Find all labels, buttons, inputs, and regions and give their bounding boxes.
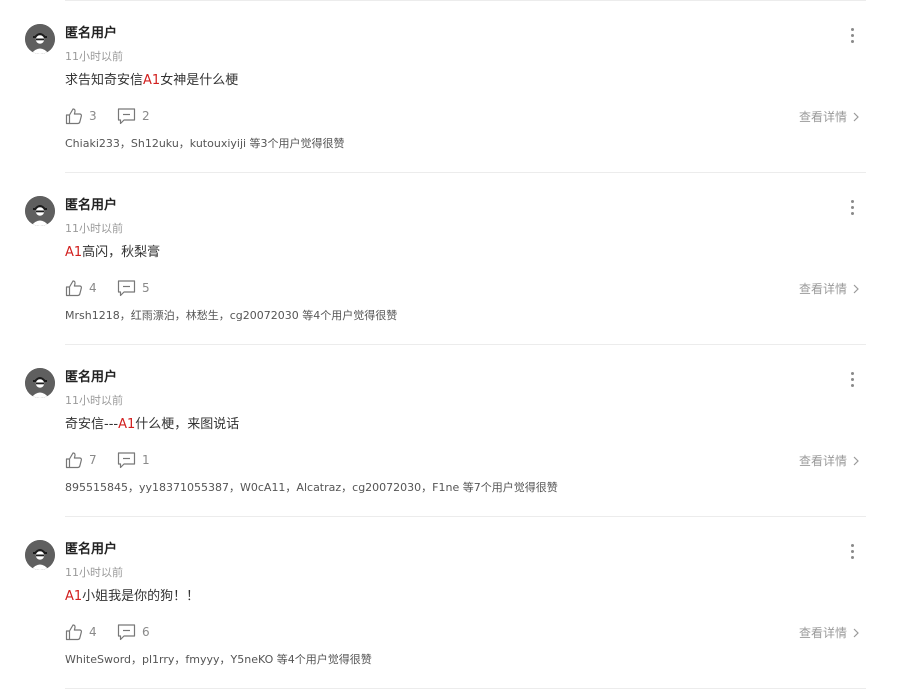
more-button[interactable] — [845, 198, 861, 218]
content-text: 女神是什么梗 — [160, 73, 239, 88]
view-details-label: 查看详情 — [799, 282, 848, 296]
comment-text: 求告知奇安信A1女神是什么梗 — [65, 72, 238, 90]
chevron-right-icon — [853, 284, 859, 294]
view-details-label: 查看详情 — [799, 454, 848, 468]
timestamp: 11小时以前 — [65, 50, 123, 63]
content-text: 小姐我是你的狗！！ — [82, 589, 200, 604]
timestamp: 11小时以前 — [65, 566, 123, 579]
comment-text: A1小姐我是你的狗！！ — [65, 588, 199, 606]
timestamp: 11小时以前 — [65, 394, 123, 407]
like-button[interactable]: 7 — [65, 450, 97, 470]
highlight-text: A1 — [118, 417, 136, 432]
more-vertical-icon — [851, 384, 854, 387]
anonymous-user-icon[interactable] — [25, 368, 55, 398]
more-vertical-icon — [851, 28, 854, 31]
reply-button[interactable]: 1 — [117, 450, 150, 470]
thumbs-up-icon — [65, 624, 83, 641]
anonymous-user-icon[interactable] — [25, 540, 55, 570]
content-text: 奇安信--- — [65, 417, 119, 432]
content-text: 求告知奇安信 — [65, 73, 144, 88]
more-button[interactable] — [845, 542, 861, 562]
more-vertical-icon — [851, 378, 854, 381]
timestamp: 11小时以前 — [65, 222, 123, 235]
more-vertical-icon — [851, 372, 854, 375]
comment-icon — [117, 624, 136, 641]
comment-text: 奇安信---A1什么梗，来图说话 — [65, 416, 239, 434]
like-count: 7 — [89, 453, 97, 467]
like-count: 4 — [89, 625, 97, 639]
more-vertical-icon — [851, 206, 854, 209]
content-text: 高闪，秋梨膏 — [82, 245, 161, 260]
thumbs-up-icon — [65, 452, 83, 469]
comment-item: 匿名用户 11小时以前 A1高闪，秋梨膏 4 5 查看详情 Mrsh1218，红… — [0, 172, 903, 345]
like-button[interactable]: 3 — [65, 106, 97, 126]
username[interactable]: 匿名用户 — [65, 197, 117, 215]
view-details-label: 查看详情 — [799, 626, 848, 640]
like-count: 3 — [89, 109, 97, 123]
chevron-right-icon — [853, 456, 859, 466]
chevron-right-icon — [853, 628, 859, 638]
like-count: 4 — [89, 281, 97, 295]
likers-summary: 895515845，yy18371055387，W0cA11，Alcatraz，… — [65, 481, 558, 494]
more-vertical-icon — [851, 212, 854, 215]
username[interactable]: 匿名用户 — [65, 541, 117, 559]
comment-item: 匿名用户 11小时以前 奇安信---A1什么梗，来图说话 7 1 查看详情 89… — [0, 344, 903, 517]
view-details-link[interactable]: 查看详情 — [799, 624, 859, 642]
comment-item: 匿名用户 11小时以前 求告知奇安信A1女神是什么梗 3 2 查看详情 Chia… — [0, 0, 903, 173]
likers-summary: Mrsh1218，红雨漂泊，林愁生，cg20072030 等4个用户觉得很赞 — [65, 309, 398, 322]
username[interactable]: 匿名用户 — [65, 25, 117, 43]
reply-button[interactable]: 2 — [117, 106, 150, 126]
more-vertical-icon — [851, 556, 854, 559]
reply-count: 1 — [142, 453, 150, 467]
more-button[interactable] — [845, 370, 861, 390]
view-details-link[interactable]: 查看详情 — [799, 280, 859, 298]
thumbs-up-icon — [65, 108, 83, 125]
highlight-text: A1 — [143, 73, 161, 88]
highlight-text: A1 — [65, 245, 83, 260]
reply-count: 5 — [142, 281, 150, 295]
like-button[interactable]: 4 — [65, 278, 97, 298]
divider — [65, 688, 866, 689]
anonymous-user-icon[interactable] — [25, 196, 55, 226]
more-vertical-icon — [851, 200, 854, 203]
view-details-label: 查看详情 — [799, 110, 848, 124]
anonymous-user-icon[interactable] — [25, 24, 55, 54]
comment-item: 匿名用户 11小时以前 A1小姐我是你的狗！！ 4 6 查看详情 WhiteSw… — [0, 516, 903, 689]
view-details-link[interactable]: 查看详情 — [799, 452, 859, 470]
reply-button[interactable]: 6 — [117, 622, 150, 642]
more-vertical-icon — [851, 550, 854, 553]
username[interactable]: 匿名用户 — [65, 369, 117, 387]
more-button[interactable] — [845, 26, 861, 46]
thumbs-up-icon — [65, 280, 83, 297]
highlight-text: A1 — [65, 589, 83, 604]
content-text: 什么梗，来图说话 — [135, 417, 240, 432]
chevron-right-icon — [853, 112, 859, 122]
comment-icon — [117, 280, 136, 297]
likers-summary: WhiteSword，pl1rry，fmyyy，Y5neKO 等4个用户觉得很赞 — [65, 653, 372, 666]
more-vertical-icon — [851, 40, 854, 43]
more-vertical-icon — [851, 544, 854, 547]
likers-summary: Chiaki233，Sh12uku，kutouxiyiji 等3个用户觉得很赞 — [65, 137, 345, 150]
comment-icon — [117, 452, 136, 469]
comment-text: A1高闪，秋梨膏 — [65, 244, 160, 262]
more-vertical-icon — [851, 34, 854, 37]
reply-count: 6 — [142, 625, 150, 639]
comment-icon — [117, 108, 136, 125]
view-details-link[interactable]: 查看详情 — [799, 108, 859, 126]
reply-count: 2 — [142, 109, 150, 123]
like-button[interactable]: 4 — [65, 622, 97, 642]
reply-button[interactable]: 5 — [117, 278, 150, 298]
